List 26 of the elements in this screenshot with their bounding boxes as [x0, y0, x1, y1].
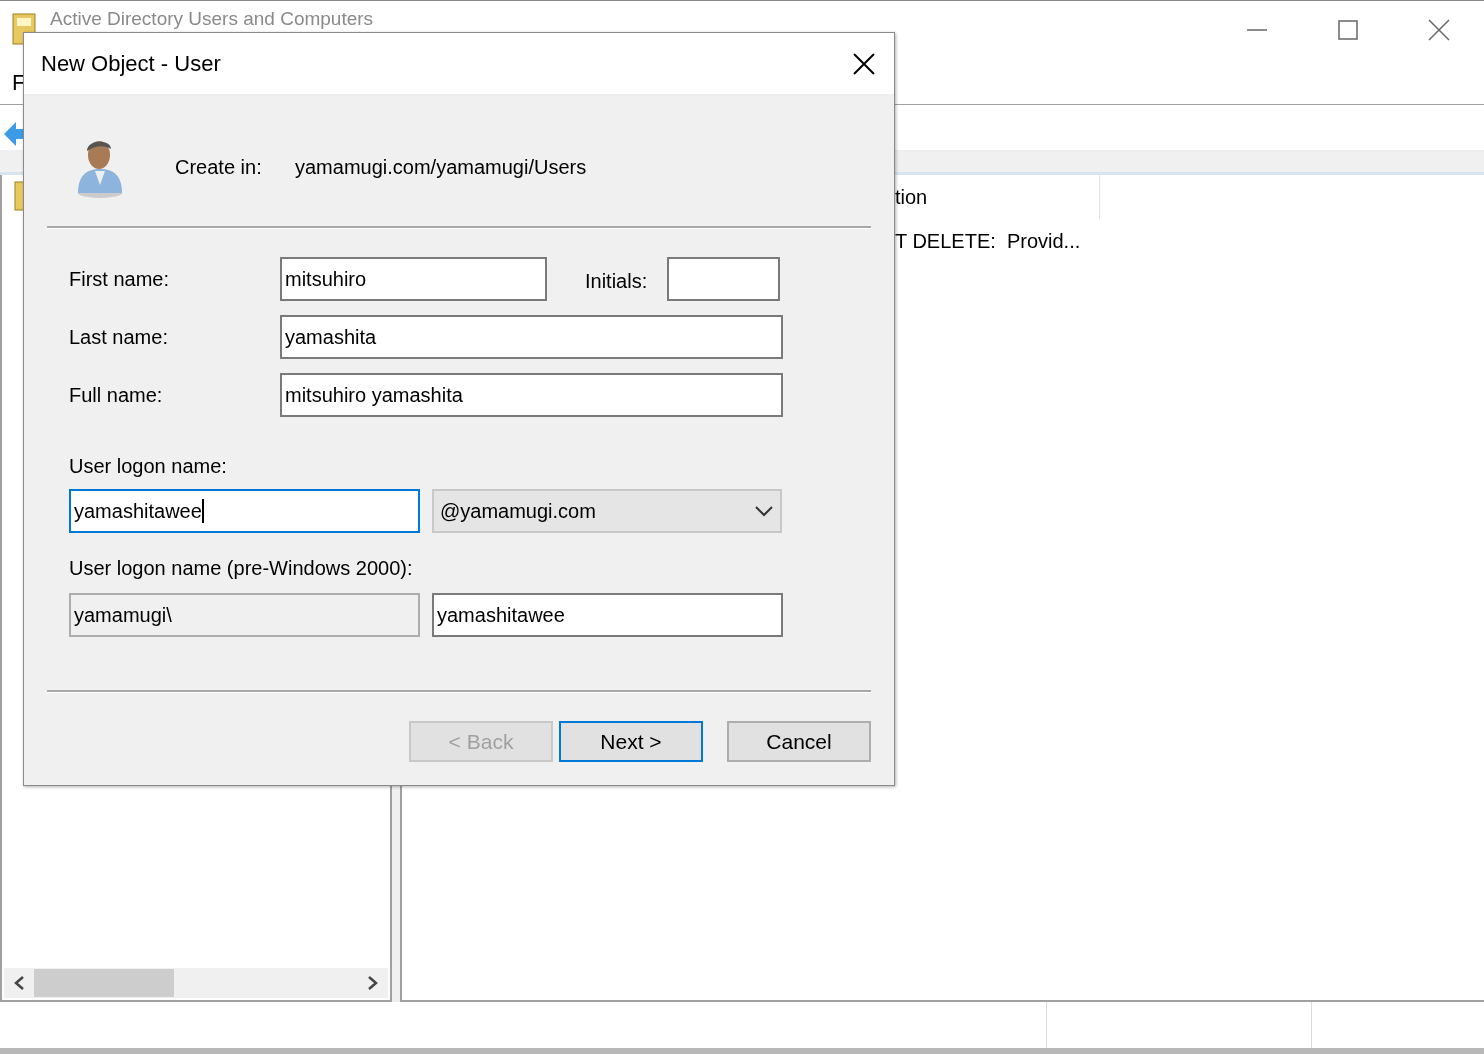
wizard-button[interactable]: Cancel	[727, 721, 871, 762]
dialog-title: New Object - User	[41, 50, 221, 78]
field-label: User logon name (pre-Windows 2000):	[69, 557, 413, 579]
create-in-label: Create in:	[175, 155, 263, 180]
field-label: Last name:	[69, 325, 169, 350]
column-header[interactable]: tion	[895, 182, 928, 212]
create-in-path: yamamugi.com/yamamugi/Users	[295, 155, 587, 180]
field-label: Initials:	[585, 269, 648, 294]
input-field[interactable]: yamashitawee	[69, 489, 420, 533]
caret-icon	[754, 504, 774, 518]
domain-dropdown[interactable]: @yamamugi.com	[432, 489, 782, 533]
field-label: Full name:	[69, 383, 164, 408]
input-field[interactable]	[667, 257, 781, 301]
input-field[interactable]: mitsuhiro	[280, 257, 547, 301]
scrollbar-thumb[interactable]	[34, 969, 174, 997]
window-title: Active Directory Users and Computers	[50, 9, 374, 29]
input-field[interactable]: yamashitawee	[432, 593, 783, 637]
field-label: First name:	[69, 267, 171, 292]
field-label: User logon name:	[69, 455, 227, 477]
list-cell-text: T DELETE: Provid...	[895, 229, 1081, 254]
maximize-icon[interactable]	[1336, 19, 1359, 41]
input-field[interactable]: yamashita	[280, 315, 783, 359]
wizard-button[interactable]: Next >	[559, 721, 703, 762]
close-button[interactable]	[852, 51, 876, 76]
input-field[interactable]: mitsuhiro yamashita	[280, 373, 783, 417]
close-icon[interactable]	[1427, 19, 1450, 41]
